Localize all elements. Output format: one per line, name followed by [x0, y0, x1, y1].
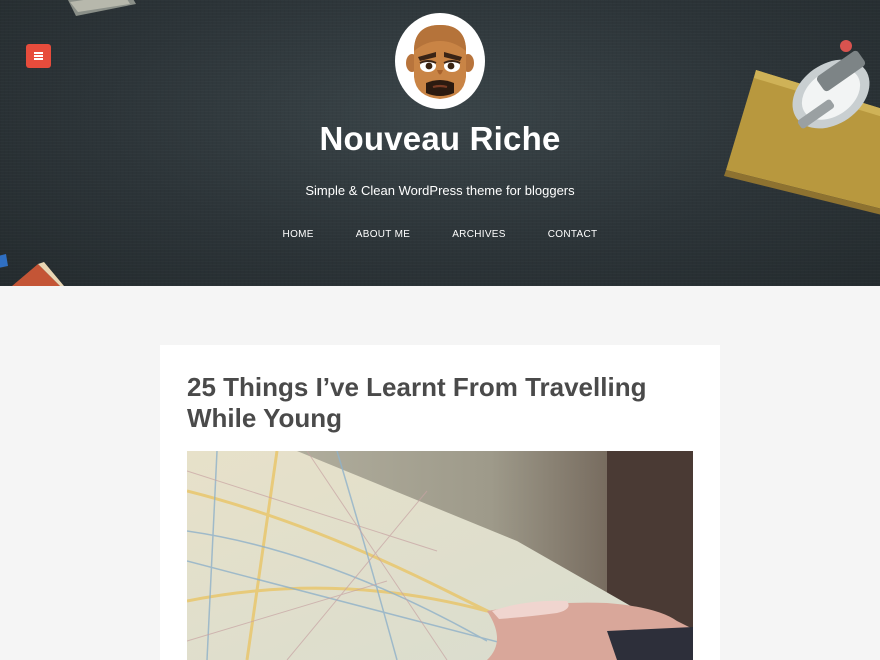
nav-item-archives[interactable]: ARCHIVES	[452, 229, 506, 240]
book-corner-decoration	[0, 254, 64, 286]
avatar-face-illustration	[406, 25, 474, 99]
primary-navigation: HOME ABOUT ME ARCHIVES CONTACT	[0, 229, 880, 240]
desk-tape-decoration	[68, 0, 136, 16]
nav-item-contact[interactable]: CONTACT	[548, 229, 598, 240]
map-photo-illustration	[187, 451, 693, 660]
nav-item-about-me[interactable]: ABOUT ME	[356, 229, 410, 240]
post-card: 25 Things I’ve Learnt From Travelling Wh…	[160, 345, 720, 660]
avatar[interactable]	[395, 13, 485, 109]
post-title[interactable]: 25 Things I’ve Learnt From Travelling Wh…	[187, 372, 687, 434]
site-title[interactable]: Nouveau Riche	[0, 120, 880, 158]
site-tagline: Simple & Clean WordPress theme for blogg…	[305, 183, 575, 198]
menu-toggle-button[interactable]	[26, 44, 51, 68]
nav-item-home[interactable]: HOME	[283, 229, 314, 240]
hamburger-menu-icon	[34, 52, 43, 60]
post-featured-image[interactable]	[187, 451, 693, 660]
site-header: Nouveau Riche Simple & Clean WordPress t…	[0, 0, 880, 286]
